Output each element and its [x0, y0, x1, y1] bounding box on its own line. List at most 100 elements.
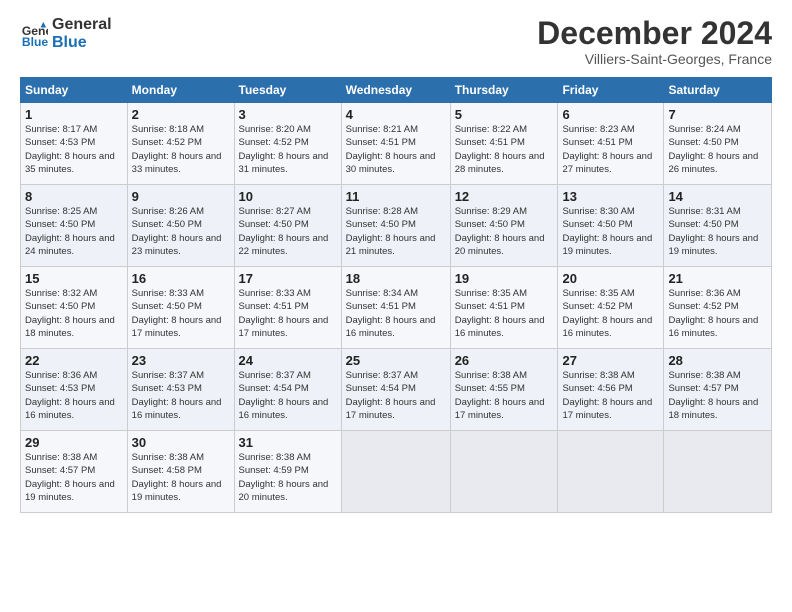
calendar-cell: [664, 431, 772, 513]
calendar-cell: 21 Sunrise: 8:36 AMSunset: 4:52 PMDaylig…: [664, 267, 772, 349]
day-number: 8: [25, 189, 123, 204]
weekday-header-row: SundayMondayTuesdayWednesdayThursdayFrid…: [21, 78, 772, 103]
day-detail: Sunrise: 8:37 AMSunset: 4:54 PMDaylight:…: [239, 370, 329, 421]
day-number: 28: [668, 353, 767, 368]
day-number: 2: [132, 107, 230, 122]
day-detail: Sunrise: 8:35 AMSunset: 4:52 PMDaylight:…: [562, 288, 652, 339]
weekday-header-saturday: Saturday: [664, 78, 772, 103]
day-number: 1: [25, 107, 123, 122]
day-detail: Sunrise: 8:26 AMSunset: 4:50 PMDaylight:…: [132, 206, 222, 257]
day-detail: Sunrise: 8:25 AMSunset: 4:50 PMDaylight:…: [25, 206, 115, 257]
calendar-cell: [341, 431, 450, 513]
day-number: 10: [239, 189, 337, 204]
day-detail: Sunrise: 8:38 AMSunset: 4:56 PMDaylight:…: [562, 370, 652, 421]
logo-blue: Blue: [52, 34, 112, 52]
day-number: 18: [346, 271, 446, 286]
day-detail: Sunrise: 8:38 AMSunset: 4:58 PMDaylight:…: [132, 452, 222, 503]
day-detail: Sunrise: 8:36 AMSunset: 4:52 PMDaylight:…: [668, 288, 758, 339]
title-block: December 2024 Villiers-Saint-Georges, Fr…: [537, 16, 772, 67]
calendar-cell: 11 Sunrise: 8:28 AMSunset: 4:50 PMDaylig…: [341, 185, 450, 267]
weekday-header-sunday: Sunday: [21, 78, 128, 103]
svg-text:Blue: Blue: [22, 35, 48, 48]
calendar-cell: 27 Sunrise: 8:38 AMSunset: 4:56 PMDaylig…: [558, 349, 664, 431]
day-detail: Sunrise: 8:37 AMSunset: 4:54 PMDaylight:…: [346, 370, 436, 421]
calendar-cell: 20 Sunrise: 8:35 AMSunset: 4:52 PMDaylig…: [558, 267, 664, 349]
day-number: 26: [455, 353, 554, 368]
day-number: 17: [239, 271, 337, 286]
day-number: 12: [455, 189, 554, 204]
weekday-header-tuesday: Tuesday: [234, 78, 341, 103]
week-row-5: 29 Sunrise: 8:38 AMSunset: 4:57 PMDaylig…: [21, 431, 772, 513]
day-number: 4: [346, 107, 446, 122]
day-detail: Sunrise: 8:24 AMSunset: 4:50 PMDaylight:…: [668, 124, 758, 175]
day-number: 31: [239, 435, 337, 450]
day-number: 9: [132, 189, 230, 204]
day-number: 21: [668, 271, 767, 286]
calendar-cell: 2 Sunrise: 8:18 AMSunset: 4:52 PMDayligh…: [127, 103, 234, 185]
day-detail: Sunrise: 8:38 AMSunset: 4:55 PMDaylight:…: [455, 370, 545, 421]
day-detail: Sunrise: 8:30 AMSunset: 4:50 PMDaylight:…: [562, 206, 652, 257]
weekday-header-friday: Friday: [558, 78, 664, 103]
calendar-table: SundayMondayTuesdayWednesdayThursdayFrid…: [20, 77, 772, 513]
calendar-cell: 28 Sunrise: 8:38 AMSunset: 4:57 PMDaylig…: [664, 349, 772, 431]
page: General Blue General Blue December 2024 …: [0, 0, 792, 612]
week-row-2: 8 Sunrise: 8:25 AMSunset: 4:50 PMDayligh…: [21, 185, 772, 267]
calendar-cell: 14 Sunrise: 8:31 AMSunset: 4:50 PMDaylig…: [664, 185, 772, 267]
weekday-header-monday: Monday: [127, 78, 234, 103]
day-number: 24: [239, 353, 337, 368]
day-detail: Sunrise: 8:27 AMSunset: 4:50 PMDaylight:…: [239, 206, 329, 257]
calendar-cell: 5 Sunrise: 8:22 AMSunset: 4:51 PMDayligh…: [450, 103, 558, 185]
calendar-cell: [450, 431, 558, 513]
weekday-header-wednesday: Wednesday: [341, 78, 450, 103]
calendar-cell: 19 Sunrise: 8:35 AMSunset: 4:51 PMDaylig…: [450, 267, 558, 349]
month-title: December 2024: [537, 16, 772, 51]
calendar-cell: 9 Sunrise: 8:26 AMSunset: 4:50 PMDayligh…: [127, 185, 234, 267]
week-row-3: 15 Sunrise: 8:32 AMSunset: 4:50 PMDaylig…: [21, 267, 772, 349]
day-number: 14: [668, 189, 767, 204]
calendar-cell: 16 Sunrise: 8:33 AMSunset: 4:50 PMDaylig…: [127, 267, 234, 349]
day-detail: Sunrise: 8:22 AMSunset: 4:51 PMDaylight:…: [455, 124, 545, 175]
day-number: 5: [455, 107, 554, 122]
calendar-cell: 3 Sunrise: 8:20 AMSunset: 4:52 PMDayligh…: [234, 103, 341, 185]
calendar-cell: 7 Sunrise: 8:24 AMSunset: 4:50 PMDayligh…: [664, 103, 772, 185]
day-number: 30: [132, 435, 230, 450]
calendar-cell: 1 Sunrise: 8:17 AMSunset: 4:53 PMDayligh…: [21, 103, 128, 185]
day-number: 3: [239, 107, 337, 122]
logo: General Blue General Blue: [20, 16, 112, 51]
day-number: 20: [562, 271, 659, 286]
calendar-cell: 18 Sunrise: 8:34 AMSunset: 4:51 PMDaylig…: [341, 267, 450, 349]
day-number: 23: [132, 353, 230, 368]
day-detail: Sunrise: 8:17 AMSunset: 4:53 PMDaylight:…: [25, 124, 115, 175]
logo-icon: General Blue: [20, 20, 48, 48]
calendar-cell: 22 Sunrise: 8:36 AMSunset: 4:53 PMDaylig…: [21, 349, 128, 431]
day-detail: Sunrise: 8:38 AMSunset: 4:57 PMDaylight:…: [668, 370, 758, 421]
day-detail: Sunrise: 8:36 AMSunset: 4:53 PMDaylight:…: [25, 370, 115, 421]
day-detail: Sunrise: 8:33 AMSunset: 4:51 PMDaylight:…: [239, 288, 329, 339]
calendar-cell: 6 Sunrise: 8:23 AMSunset: 4:51 PMDayligh…: [558, 103, 664, 185]
day-detail: Sunrise: 8:32 AMSunset: 4:50 PMDaylight:…: [25, 288, 115, 339]
day-number: 16: [132, 271, 230, 286]
logo-general: General: [52, 16, 112, 34]
calendar-cell: [558, 431, 664, 513]
day-detail: Sunrise: 8:23 AMSunset: 4:51 PMDaylight:…: [562, 124, 652, 175]
calendar-cell: 8 Sunrise: 8:25 AMSunset: 4:50 PMDayligh…: [21, 185, 128, 267]
day-detail: Sunrise: 8:18 AMSunset: 4:52 PMDaylight:…: [132, 124, 222, 175]
day-detail: Sunrise: 8:28 AMSunset: 4:50 PMDaylight:…: [346, 206, 436, 257]
day-detail: Sunrise: 8:38 AMSunset: 4:57 PMDaylight:…: [25, 452, 115, 503]
day-number: 6: [562, 107, 659, 122]
day-number: 19: [455, 271, 554, 286]
calendar-cell: 26 Sunrise: 8:38 AMSunset: 4:55 PMDaylig…: [450, 349, 558, 431]
weekday-header-thursday: Thursday: [450, 78, 558, 103]
day-detail: Sunrise: 8:29 AMSunset: 4:50 PMDaylight:…: [455, 206, 545, 257]
calendar-cell: 24 Sunrise: 8:37 AMSunset: 4:54 PMDaylig…: [234, 349, 341, 431]
day-number: 13: [562, 189, 659, 204]
day-detail: Sunrise: 8:37 AMSunset: 4:53 PMDaylight:…: [132, 370, 222, 421]
day-detail: Sunrise: 8:31 AMSunset: 4:50 PMDaylight:…: [668, 206, 758, 257]
calendar-cell: 10 Sunrise: 8:27 AMSunset: 4:50 PMDaylig…: [234, 185, 341, 267]
week-row-4: 22 Sunrise: 8:36 AMSunset: 4:53 PMDaylig…: [21, 349, 772, 431]
day-detail: Sunrise: 8:38 AMSunset: 4:59 PMDaylight:…: [239, 452, 329, 503]
calendar-cell: 30 Sunrise: 8:38 AMSunset: 4:58 PMDaylig…: [127, 431, 234, 513]
calendar-cell: 15 Sunrise: 8:32 AMSunset: 4:50 PMDaylig…: [21, 267, 128, 349]
calendar-cell: 29 Sunrise: 8:38 AMSunset: 4:57 PMDaylig…: [21, 431, 128, 513]
day-detail: Sunrise: 8:34 AMSunset: 4:51 PMDaylight:…: [346, 288, 436, 339]
